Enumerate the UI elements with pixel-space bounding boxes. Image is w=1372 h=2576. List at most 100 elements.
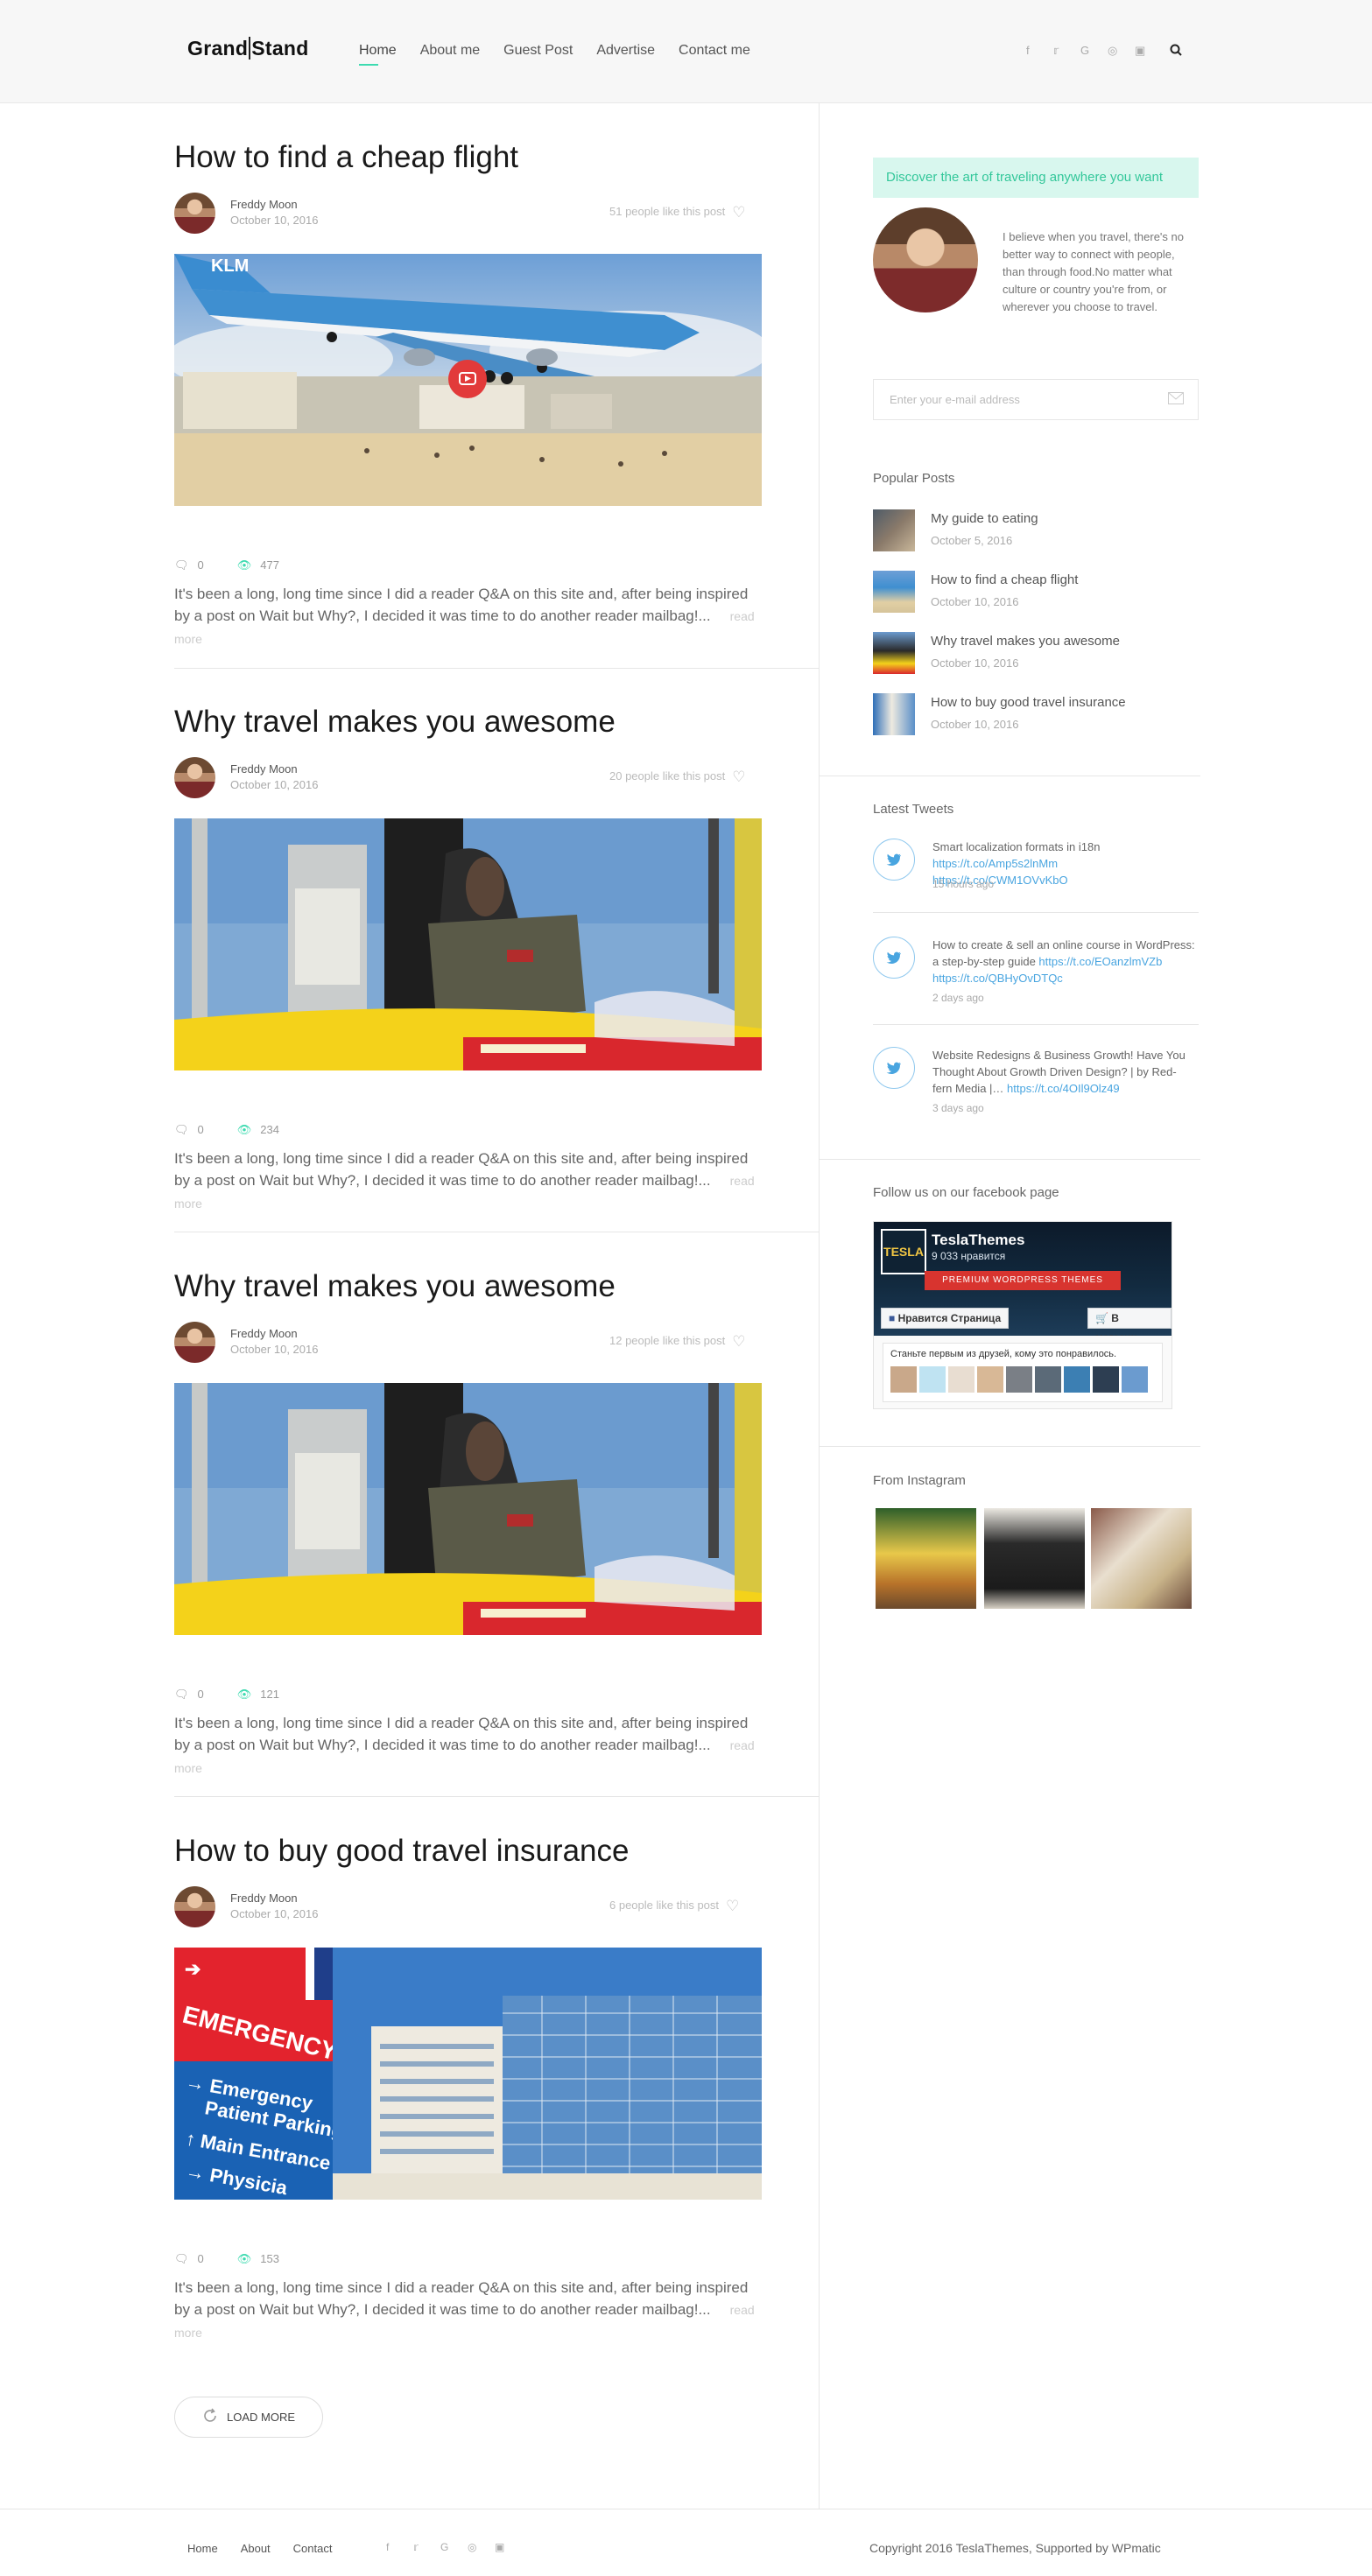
popular-post-title[interactable]: My guide to eating [931, 511, 1038, 526]
popular-post-item[interactable]: Why travel makes you awesome October 10,… [873, 632, 1199, 676]
popular-post-thumbnail[interactable] [873, 509, 915, 551]
facebook-page-widget[interactable]: TESLA TeslaThemes 9 033 нравится PREMIUM… [873, 1221, 1172, 1409]
site-logo[interactable]: Grand Stand [187, 37, 309, 60]
friend-avatar[interactable] [890, 1366, 917, 1393]
load-more-button[interactable]: LOAD MORE [174, 2397, 323, 2438]
post-image-balloon[interactable] [174, 1383, 762, 1635]
twitter-icon[interactable] [873, 839, 915, 881]
mail-icon[interactable] [1168, 392, 1184, 409]
instagram-icon[interactable]: ▣ [495, 2541, 522, 2553]
author-name[interactable]: Freddy Moon [230, 198, 298, 211]
friend-avatar[interactable] [1064, 1366, 1090, 1393]
footer-nav-about[interactable]: About [241, 2542, 271, 2555]
sidebar-separator [819, 1159, 1200, 1160]
post-card: Why travel makes you awesome Freddy Moon… [174, 705, 819, 1230]
popular-post-item[interactable]: My guide to eating October 5, 2016 [873, 509, 1199, 553]
friend-avatar[interactable] [1006, 1366, 1032, 1393]
post-image-hospital[interactable]: ➔ EMERGENCY → Emergency Patient Parking … [174, 1948, 762, 2200]
instagram-photo[interactable] [876, 1508, 976, 1609]
tweet-separator [873, 1024, 1199, 1025]
popular-post-title[interactable]: Why travel makes you awesome [931, 634, 1120, 649]
facebook-icon[interactable]: f [386, 2541, 413, 2553]
author-avatar [174, 193, 215, 234]
comment-count[interactable]: 🗨 0 [174, 1123, 204, 1137]
popular-post-item[interactable]: How to buy good travel insurance October… [873, 693, 1199, 737]
post-excerpt: It's been a long, long time since I did … [174, 1715, 755, 1775]
nav-guest-post[interactable]: Guest Post [503, 43, 573, 59]
heart-icon[interactable]: ♡ [732, 1333, 745, 1351]
popular-post-thumbnail[interactable] [873, 571, 915, 613]
twitter-icon[interactable]: 𝕣 [1053, 44, 1080, 58]
friend-avatar[interactable] [1093, 1366, 1119, 1393]
instagram-photo[interactable] [1091, 1508, 1192, 1609]
twitter-icon[interactable] [873, 937, 915, 979]
instagram-icon[interactable]: ▣ [1135, 44, 1162, 58]
view-count: 👁 121 [236, 1688, 279, 1701]
twitter-icon[interactable]: 𝕣 [413, 2541, 440, 2553]
load-more-label: LOAD MORE [226, 2411, 295, 2424]
footer-nav-home[interactable]: Home [187, 2542, 218, 2555]
friend-avatar[interactable] [977, 1366, 1003, 1393]
footer-nav-contact[interactable]: Contact [293, 2542, 333, 2555]
post-title[interactable]: Why travel makes you awesome [174, 705, 616, 740]
post-title[interactable]: How to find a cheap flight [174, 140, 518, 175]
popular-post-thumbnail[interactable] [873, 632, 915, 674]
heart-icon[interactable]: ♡ [732, 769, 745, 786]
friend-avatar[interactable] [919, 1366, 946, 1393]
facebook-like-button[interactable]: ■ Нравится Страница [881, 1308, 1010, 1329]
facebook-page-name[interactable]: TeslaThemes [932, 1232, 1024, 1249]
post-title[interactable]: How to buy good travel insurance [174, 1834, 629, 1869]
post-image-plane[interactable]: KLM [174, 254, 762, 506]
friend-avatar[interactable] [1035, 1366, 1061, 1393]
popular-post-thumbnail[interactable] [873, 693, 915, 735]
heart-icon[interactable]: ♡ [732, 204, 745, 221]
like-count: 51 people like this post ♡ [609, 204, 746, 221]
email-input[interactable] [874, 380, 1136, 419]
nav-advertise[interactable]: Advertise [596, 43, 655, 59]
popular-post-title[interactable]: How to find a cheap flight [931, 572, 1078, 587]
post-title[interactable]: Why travel makes you awesome [174, 1269, 616, 1304]
heart-icon[interactable]: ♡ [726, 1898, 739, 1915]
column-divider [819, 103, 820, 2509]
copyright-text: Copyright 2016 TeslaThemes, Supported by… [869, 2541, 1161, 2555]
friend-avatar[interactable] [948, 1366, 974, 1393]
eye-icon: 👁 [236, 1123, 252, 1136]
pinterest-icon[interactable]: ◎ [1108, 44, 1135, 58]
popular-post-title[interactable]: How to buy good travel insurance [931, 695, 1126, 710]
author-name[interactable]: Freddy Moon [230, 762, 298, 776]
search-icon[interactable] [1170, 44, 1182, 60]
facebook-shop-button[interactable]: 🛒 В магазин [1087, 1308, 1171, 1336]
popular-posts-heading: Popular Posts [873, 471, 955, 486]
nav-home[interactable]: Home [359, 43, 397, 66]
google-plus-icon[interactable]: G [1080, 44, 1108, 58]
twitter-icon[interactable] [873, 1047, 915, 1089]
site-footer: Home About Contact f 𝕣 G ◎ ▣ Copyright 2… [0, 2509, 1372, 2576]
google-plus-icon[interactable]: G [440, 2541, 468, 2553]
facebook-icon[interactable]: f [1026, 44, 1053, 58]
post-image-balloon[interactable] [174, 818, 762, 1070]
facebook-likes: 9 033 нравится [932, 1250, 1006, 1262]
comment-count[interactable]: 🗨 0 [174, 2252, 204, 2266]
author-bio: I believe when you travel, there's no be… [1003, 230, 1184, 313]
nav-about-me[interactable]: About me [420, 43, 480, 59]
author-name[interactable]: Freddy Moon [230, 1892, 298, 1905]
comment-count[interactable]: 🗨 0 [174, 1688, 204, 1702]
latest-tweets-heading: Latest Tweets [873, 802, 954, 817]
facebook-friends-text: Станьте первым из друзей, кому это понра… [890, 1349, 1117, 1359]
footer-nav: Home About Contact [187, 2542, 332, 2555]
comment-count[interactable]: 🗨 0 [174, 558, 204, 572]
post-date: October 10, 2016 [230, 214, 319, 227]
logo-divider [249, 37, 251, 60]
author-avatar [174, 1886, 215, 1927]
popular-post-item[interactable]: How to find a cheap flight October 10, 2… [873, 571, 1199, 614]
friend-avatar[interactable] [1122, 1366, 1148, 1393]
post-excerpt: It's been a long, long time since I did … [174, 2279, 755, 2340]
instagram-photo[interactable] [984, 1508, 1085, 1609]
instagram-heading: From Instagram [873, 1473, 966, 1488]
author-name[interactable]: Freddy Moon [230, 1327, 298, 1340]
nav-contact-me[interactable]: Contact me [679, 43, 750, 59]
pinterest-icon[interactable]: ◎ [468, 2541, 495, 2553]
tweet-date: 3 days ago [932, 1102, 984, 1114]
tweet-link[interactable]: https://t.co/4OIl9Olz49 [1007, 1082, 1120, 1095]
post-date: October 10, 2016 [230, 1343, 319, 1356]
